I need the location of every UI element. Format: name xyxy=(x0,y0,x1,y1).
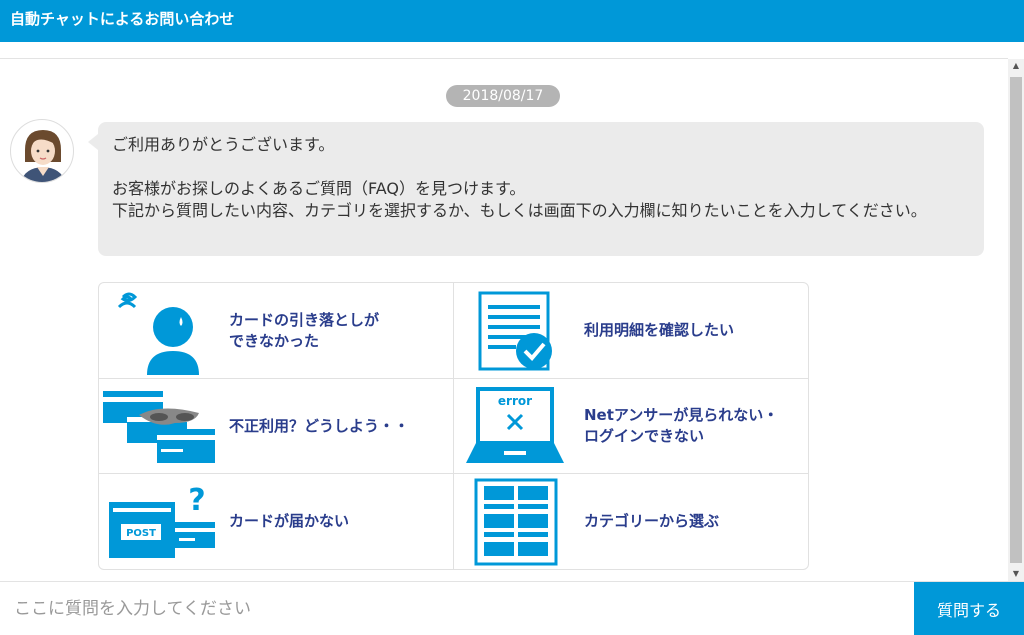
laptop-error-icon: error xyxy=(466,387,564,463)
faq-option-label: カードが届かない xyxy=(229,512,350,530)
faq-option-label: Netアンサーが見られない・ ログインできない xyxy=(584,406,779,445)
faq-option-label: 利用明細を確認したい xyxy=(584,321,735,339)
faq-option-card-not-arrived[interactable]: POST ? カードが届かない xyxy=(99,474,454,569)
error-text: error xyxy=(498,394,532,408)
faq-option-fraud[interactable]: 不正利用？どうしよう・・ xyxy=(99,379,454,474)
chat-title: 自動チャットによるお問い合わせ xyxy=(10,10,235,28)
faq-option-category[interactable]: カテゴリーから選ぶ xyxy=(454,474,809,569)
faq-option-grid: カードの引き落としが できなかった 利用明細を確認したい 不正利用？どうしよう・… xyxy=(98,282,809,570)
faq-option-payment-failed[interactable]: カードの引き落としが できなかった xyxy=(99,283,454,379)
submit-question-button[interactable]: 質問する xyxy=(914,582,1024,635)
svg-text:?: ? xyxy=(188,483,205,518)
scroll-up-arrow-icon[interactable]: ▲ xyxy=(1008,59,1024,73)
post-box-icon: POST ? xyxy=(109,483,215,558)
scroll-down-arrow-icon[interactable]: ▼ xyxy=(1008,567,1024,581)
faq-option-label: 不正利用？どうしよう・・ xyxy=(229,416,410,435)
faq-option-label: カテゴリーから選ぶ xyxy=(584,512,720,530)
guide-line: お客様がお探しのよくあるご質問（FAQ）を見つけます。 xyxy=(112,179,526,198)
category-list-icon xyxy=(474,478,558,566)
question-input[interactable] xyxy=(0,582,914,635)
chat-scrollbar[interactable]: ▲ ▼ xyxy=(1008,59,1024,581)
statement-check-icon xyxy=(478,291,552,371)
worried-person-icon xyxy=(117,292,199,375)
welcome-message-bubble: ご利用ありがとうございます。 お客様がお探しのよくあるご質問（FAQ）を見つけま… xyxy=(88,122,984,256)
faq-option-check-statement[interactable]: 利用明細を確認したい xyxy=(454,283,809,379)
faq-option-label: カードの引き落としが できなかった xyxy=(229,310,380,350)
post-text: POST xyxy=(126,528,156,539)
scroll-thumb[interactable] xyxy=(1010,77,1022,563)
chat-header: 自動チャットによるお問い合わせ xyxy=(0,0,1024,42)
date-badge: 2018/08/17 xyxy=(446,85,560,107)
welcome-line: ご利用ありがとうございます。 xyxy=(112,135,335,154)
card-fraud-icon xyxy=(103,391,215,463)
faq-option-netanswer-login[interactable]: error Netアンサーが見られない・ ログインできない xyxy=(454,379,809,474)
question-input-bar: 質問する xyxy=(0,581,1024,635)
instruction-line: 下記から質問したい内容、カテゴリを選択するか、もしくは画面下の入力欄に知りたいこ… xyxy=(112,201,927,220)
operator-avatar-icon xyxy=(10,119,74,183)
